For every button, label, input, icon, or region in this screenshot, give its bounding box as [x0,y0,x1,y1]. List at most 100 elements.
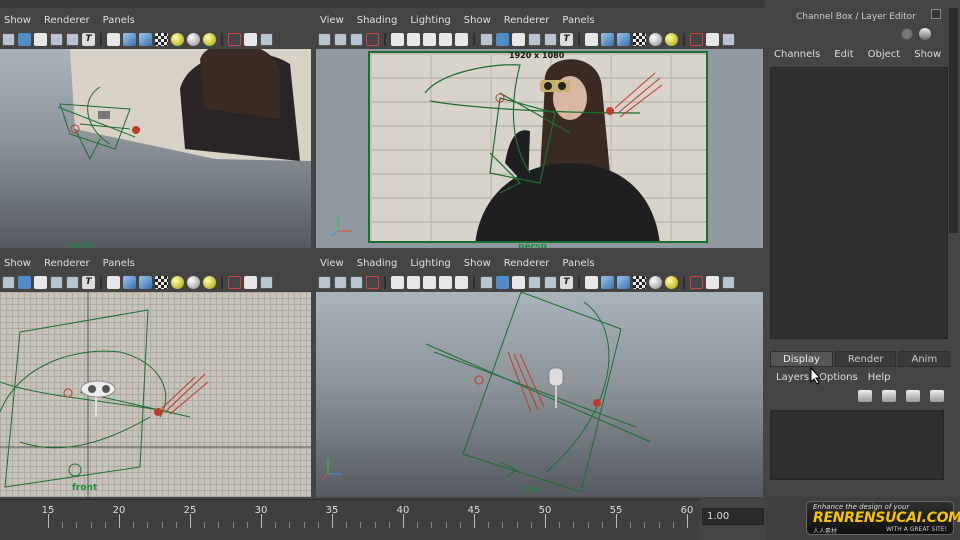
menu-show[interactable]: Show [4,258,31,269]
wireframe-icon[interactable] [480,32,493,46]
texture-icon[interactable]: T [560,275,573,289]
bounding-box-icon[interactable] [512,32,525,46]
grid-toggle-icon[interactable] [66,275,79,289]
menu-panels[interactable]: Panels [103,258,135,269]
select-camera-icon[interactable] [318,275,331,289]
menu-renderer[interactable]: Renderer [44,258,90,269]
safe-action-icon[interactable] [455,32,468,46]
menu-show[interactable]: Show [4,15,31,26]
move-layer-down-icon[interactable] [882,390,896,402]
texture-icon[interactable]: T [560,32,573,46]
cube-icon[interactable] [601,32,614,46]
light-icon[interactable] [665,32,678,46]
menu-channels[interactable]: Channels [774,49,820,60]
xray-joints-icon[interactable] [706,32,719,46]
image-plane-icon[interactable] [366,275,379,289]
checker-icon[interactable] [155,275,168,289]
light-icon[interactable] [665,275,678,289]
front-canvas[interactable]: front [0,292,311,497]
persp-canvas[interactable]: persp [0,49,311,248]
tab-display[interactable]: Display [770,351,833,367]
close-icon[interactable] [931,9,941,19]
cube-icon[interactable] [123,275,136,289]
menu-show[interactable]: Show [464,15,491,26]
grid-toggle-icon[interactable] [544,275,557,289]
menu-help[interactable]: Help [868,372,891,383]
texture-icon[interactable]: T [82,32,95,46]
move-layer-up-icon[interactable] [858,390,872,402]
isolate-select-icon[interactable] [690,275,703,289]
menu-lighting[interactable]: Lighting [410,15,450,26]
side-canvas[interactable]: side [316,292,763,497]
bounding-box-icon[interactable] [34,275,47,289]
shaded-cube-icon[interactable] [617,32,630,46]
texture-icon[interactable]: T [82,275,95,289]
xray-joints-icon[interactable] [244,32,257,46]
lights-all-icon[interactable] [203,32,216,46]
resolution-gate-icon[interactable] [407,275,420,289]
wireframe-icon[interactable] [2,275,15,289]
bounding-box-icon[interactable] [34,32,47,46]
shaded-cube-icon[interactable] [139,275,152,289]
wire-on-shaded-icon[interactable] [585,32,598,46]
isolate-select-icon[interactable] [690,32,703,46]
viewport-side[interactable]: View Shading Lighting Show Renderer Pane… [316,254,763,497]
sphere-icon[interactable] [649,32,662,46]
safe-action-icon[interactable] [455,275,468,289]
sphere-icon[interactable] [187,32,200,46]
camera-attributes-icon[interactable] [107,275,120,289]
wireframe-icon[interactable] [2,32,15,46]
sphere-icon[interactable] [187,275,200,289]
menu-renderer[interactable]: Renderer [504,258,550,269]
current-time-field[interactable]: 1.00 [702,508,764,525]
menu-view[interactable]: View [320,15,344,26]
film-gate-icon[interactable] [391,32,404,46]
layer-list[interactable] [770,410,944,480]
checker-icon[interactable] [155,32,168,46]
wire-on-shaded-icon[interactable] [585,275,598,289]
shaded-cube-icon[interactable] [139,32,152,46]
menu-lighting[interactable]: Lighting [410,258,450,269]
grid-toggle-icon[interactable] [544,32,557,46]
attribute-editor-tab-strip[interactable] [949,8,958,233]
grid-toggle-icon[interactable] [66,32,79,46]
gate-mask-icon[interactable] [423,275,436,289]
camera-attributes-icon[interactable] [334,32,347,46]
cube-icon[interactable] [601,275,614,289]
menu-renderer[interactable]: Renderer [44,15,90,26]
menu-object[interactable]: Object [868,49,901,60]
field-chart-icon[interactable] [439,275,452,289]
image-plane-icon[interactable] [366,32,379,46]
film-gate-icon[interactable] [260,32,273,46]
film-gate-toggle-icon[interactable] [722,275,735,289]
menu-panels[interactable]: Panels [562,258,594,269]
menu-panels[interactable]: Panels [562,15,594,26]
menu-show[interactable]: Show [914,49,941,60]
lights-all-icon[interactable] [203,275,216,289]
menu-edit[interactable]: Edit [834,49,853,60]
field-chart-icon[interactable] [439,32,452,46]
light-icon[interactable] [171,32,184,46]
wireframe-icon[interactable] [480,275,493,289]
menu-show[interactable]: Show [464,258,491,269]
viewport-persp[interactable]: Show Renderer Panels T persp [0,11,311,248]
cube-icon[interactable] [123,32,136,46]
menu-shading[interactable]: Shading [357,15,398,26]
bookmark-icon[interactable] [350,32,363,46]
light-icon[interactable] [171,275,184,289]
camera-attributes-icon[interactable] [107,32,120,46]
tab-anim[interactable]: Anim [898,351,951,367]
xray-joints-icon[interactable] [244,275,257,289]
bookmark-icon[interactable] [350,275,363,289]
new-layer-selected-icon[interactable] [930,390,944,402]
camera-canvas[interactable]: 1920 x 1080 persp [316,49,763,248]
channel-list[interactable] [770,67,948,339]
settings-icon[interactable] [919,28,931,40]
checker-icon[interactable] [633,32,646,46]
smooth-shade-icon[interactable] [18,275,31,289]
bounding-box-icon[interactable] [512,275,525,289]
xray-icon[interactable] [50,275,63,289]
film-gate-icon[interactable] [260,275,273,289]
menu-renderer[interactable]: Renderer [504,15,550,26]
smooth-shade-icon[interactable] [496,32,509,46]
